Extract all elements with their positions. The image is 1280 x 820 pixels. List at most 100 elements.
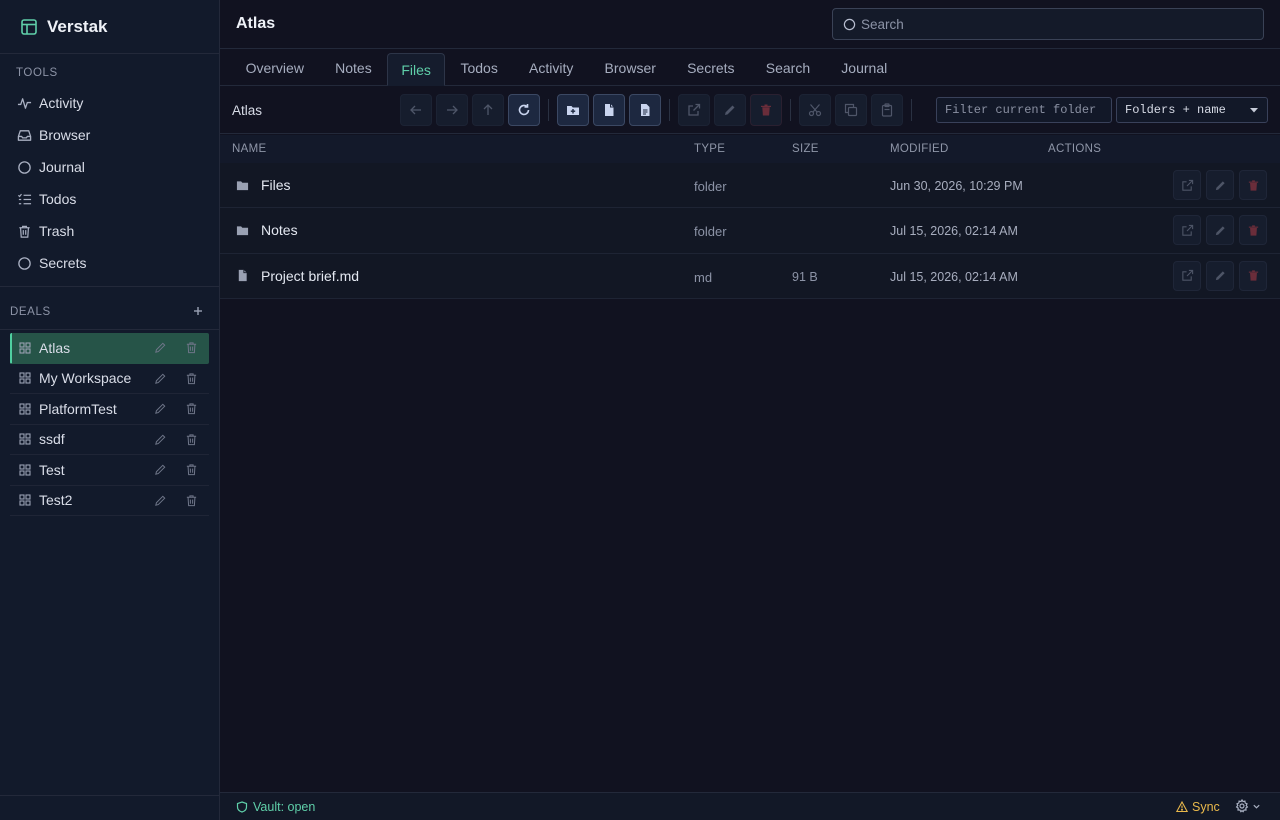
- sort-select[interactable]: Folders + name: [1116, 97, 1268, 123]
- file-list: Files folder Jun 30, 2026, 10:29 PM Note…: [220, 163, 1280, 299]
- deal-item-ssdf[interactable]: ssdf: [10, 425, 209, 455]
- column-header-modified[interactable]: MODIFIED: [890, 143, 949, 155]
- paste-button[interactable]: [871, 94, 903, 126]
- sidebar-item-secrets[interactable]: Secrets: [0, 247, 219, 279]
- delete-item-button[interactable]: [1239, 260, 1267, 291]
- column-header-type[interactable]: TYPE: [694, 143, 725, 155]
- up-button[interactable]: [472, 94, 504, 126]
- edit-deal-button[interactable]: [153, 493, 167, 507]
- clipboard-icon: [880, 103, 894, 117]
- new-file-button[interactable]: [593, 94, 625, 126]
- file-name-cell: Project brief.md: [236, 268, 359, 284]
- grid-icon: [19, 372, 31, 384]
- edit-deal-button[interactable]: [153, 463, 167, 477]
- refresh-button[interactable]: [508, 94, 540, 126]
- back-button[interactable]: [400, 94, 432, 126]
- tab-overview[interactable]: Overview: [230, 49, 320, 86]
- delete-deal-button[interactable]: [184, 371, 198, 385]
- vault-status[interactable]: Vault: open: [236, 800, 315, 814]
- plus-icon: [193, 306, 203, 316]
- sidebar-item-todos[interactable]: Todos: [0, 183, 219, 215]
- edit-deal-button[interactable]: [153, 432, 167, 446]
- add-deal-button[interactable]: [190, 303, 206, 319]
- column-header-size[interactable]: SIZE: [792, 143, 819, 155]
- rename-item-button[interactable]: [1206, 170, 1234, 200]
- file-modified: Jul 15, 2026, 02:14 AM: [890, 224, 1018, 239]
- tab-browser[interactable]: Browser: [589, 49, 672, 86]
- edit-deal-button[interactable]: [153, 402, 167, 416]
- sort-select-value: Folders + name: [1125, 103, 1226, 117]
- deal-item-test2[interactable]: Test2: [10, 486, 209, 516]
- delete-deal-button[interactable]: [184, 493, 198, 507]
- sidebar-item-label: Activity: [39, 95, 84, 111]
- sidebar: Verstak TOOLS Activity Browser Journal T: [0, 0, 220, 820]
- grid-icon: [19, 342, 31, 354]
- deal-item-test[interactable]: Test: [10, 455, 209, 486]
- copy-button[interactable]: [835, 94, 867, 126]
- tab-journal[interactable]: Journal: [826, 49, 903, 86]
- deal-item-atlas[interactable]: Atlas: [10, 333, 209, 364]
- sync-label: Sync: [1192, 800, 1220, 814]
- refresh-icon: [517, 103, 531, 117]
- table-row[interactable]: Project brief.md md 91 B Jul 15, 2026, 0…: [220, 253, 1280, 299]
- grid-icon: [19, 494, 31, 506]
- tab-search[interactable]: Search: [750, 49, 826, 86]
- deal-label: Test: [39, 461, 65, 478]
- rename-button[interactable]: [714, 94, 746, 126]
- forward-button[interactable]: [436, 94, 468, 126]
- delete-deal-button[interactable]: [184, 341, 198, 355]
- delete-item-button[interactable]: [1239, 215, 1267, 246]
- open-button[interactable]: [678, 94, 710, 126]
- app-name: Verstak: [47, 16, 108, 36]
- delete-deal-button[interactable]: [184, 463, 198, 477]
- table-row[interactable]: Files folder Jun 30, 2026, 10:29 PM: [220, 163, 1280, 209]
- rename-item-button[interactable]: [1206, 260, 1234, 291]
- new-folder-button[interactable]: [557, 94, 589, 126]
- open-item-button[interactable]: [1173, 260, 1201, 291]
- header: Atlas: [220, 0, 1280, 49]
- copy-icon: [844, 103, 858, 117]
- trash-icon: [759, 103, 773, 117]
- tab-files[interactable]: Files: [387, 53, 445, 86]
- sync-button[interactable]: Sync: [1176, 800, 1220, 814]
- sidebar-item-trash[interactable]: Trash: [0, 215, 219, 247]
- delete-deal-button[interactable]: [184, 402, 198, 416]
- tab-bar: Overview Notes Files Todos Activity Brow…: [220, 49, 1280, 86]
- tab-secrets[interactable]: Secrets: [672, 49, 751, 86]
- tab-notes[interactable]: Notes: [320, 49, 388, 86]
- delete-item-button[interactable]: [1239, 170, 1267, 200]
- vault-status-label: Vault: open: [253, 800, 316, 814]
- grid-icon: [19, 433, 31, 445]
- trash-icon: [185, 494, 198, 507]
- sidebar-item-journal[interactable]: Journal: [0, 151, 219, 183]
- cut-button[interactable]: [799, 94, 831, 126]
- circle-icon: [17, 160, 32, 175]
- layout-icon: [20, 18, 38, 36]
- inbox-icon: [17, 128, 32, 143]
- open-item-button[interactable]: [1173, 215, 1201, 246]
- file-size: 91 B: [792, 269, 818, 284]
- new-note-button[interactable]: [629, 94, 661, 126]
- tab-activity[interactable]: Activity: [513, 49, 589, 86]
- open-item-button[interactable]: [1173, 170, 1201, 200]
- filter-input[interactable]: [936, 97, 1112, 123]
- global-search[interactable]: [832, 8, 1264, 40]
- settings-menu-button[interactable]: [1235, 799, 1261, 813]
- search-input[interactable]: [861, 16, 1263, 32]
- brand[interactable]: Verstak: [0, 0, 219, 54]
- sidebar-item-browser[interactable]: Browser: [0, 119, 219, 151]
- sidebar-item-activity[interactable]: Activity: [0, 87, 219, 119]
- rename-item-button[interactable]: [1206, 215, 1234, 246]
- file-type: folder: [694, 179, 727, 194]
- table-row[interactable]: Notes folder Jul 15, 2026, 02:14 AM: [220, 208, 1280, 254]
- toolbar-separator: [548, 99, 549, 121]
- tab-todos[interactable]: Todos: [445, 49, 514, 86]
- edit-deal-button[interactable]: [153, 341, 167, 355]
- delete-button[interactable]: [750, 94, 782, 126]
- edit-deal-button[interactable]: [153, 371, 167, 385]
- scissors-icon: [808, 103, 822, 117]
- delete-deal-button[interactable]: [184, 432, 198, 446]
- deal-item-my-workspace[interactable]: My Workspace: [10, 364, 209, 394]
- column-header-name[interactable]: NAME: [232, 143, 266, 155]
- deal-item-platformtest[interactable]: PlatformTest: [10, 394, 209, 425]
